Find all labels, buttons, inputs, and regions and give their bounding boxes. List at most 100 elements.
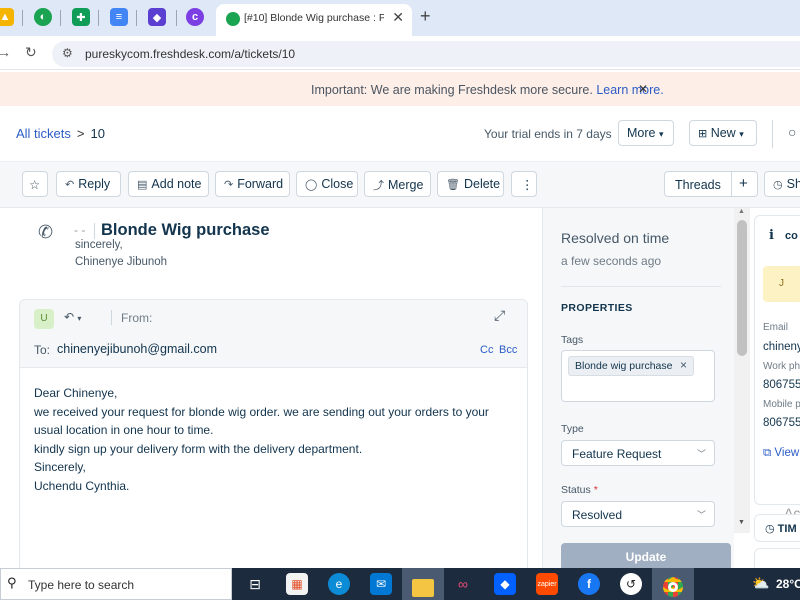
banner-text: Important: We are making Freshdesk more … bbox=[311, 83, 593, 97]
reply-header: U ↶ ▾ From: ⤢ To: chinenyejibunoh@gmail.… bbox=[20, 300, 527, 368]
threads-button[interactable]: Threads bbox=[675, 178, 721, 192]
header-divider bbox=[772, 120, 773, 148]
timer-panel[interactable]: ◷ TIM bbox=[754, 514, 800, 542]
taskbar-search[interactable]: ⚲ Type here to search bbox=[0, 568, 232, 600]
forward-button[interactable]: ↷ Forward bbox=[215, 171, 290, 197]
google-docs-tab-icon[interactable]: ≡ bbox=[110, 8, 128, 26]
delete-button[interactable]: 🗑 Delete bbox=[437, 171, 504, 197]
google-drive-tab-icon[interactable]: ▲ bbox=[0, 8, 14, 26]
forward-arrow-icon[interactable]: → bbox=[0, 44, 11, 60]
type-select[interactable]: Feature Request ﹀ bbox=[561, 440, 715, 466]
banner-close-icon[interactable]: ✕ bbox=[638, 82, 648, 96]
body-line: Dear Chinenye, bbox=[34, 386, 118, 400]
cc-link[interactable]: Cc bbox=[480, 344, 493, 356]
reply-button[interactable]: ↶ Reply bbox=[56, 171, 121, 197]
add-thread-icon[interactable]: + bbox=[739, 175, 748, 192]
chevron-down-icon: ▾ bbox=[658, 129, 664, 139]
reply-type-dropdown[interactable]: ↶ ▾ bbox=[64, 310, 81, 324]
add-note-button[interactable]: ▤ Add note bbox=[128, 171, 209, 197]
banner-message: Important: We are making Freshdesk more … bbox=[311, 83, 664, 97]
folder-icon bbox=[412, 578, 434, 597]
update-button[interactable]: Update bbox=[561, 543, 731, 571]
type-label: Type bbox=[561, 423, 584, 435]
google-sheets-tab-icon[interactable]: ✚ bbox=[72, 8, 90, 26]
chrome-logo-icon bbox=[663, 577, 683, 597]
windows-taskbar: ⚲ Type here to search ⊟ ▦ e ✉ ∞ ◆ zapier… bbox=[0, 568, 800, 600]
canva-tab-icon[interactable]: c bbox=[186, 8, 204, 26]
remove-tag-icon[interactable]: × bbox=[680, 358, 687, 372]
chrome-icon[interactable] bbox=[652, 568, 694, 600]
collapsed-panel[interactable] bbox=[754, 548, 800, 570]
star-button[interactable]: ☆ bbox=[22, 171, 48, 197]
microsoft-store-icon[interactable]: ▦ bbox=[286, 573, 308, 595]
app-icon[interactable]: ↺ bbox=[620, 573, 642, 595]
dropbox-icon[interactable]: ◆ bbox=[494, 573, 516, 595]
facebook-icon[interactable]: f bbox=[578, 573, 600, 595]
to-field[interactable]: chinenyejibunoh@gmail.com bbox=[57, 342, 217, 356]
tags-input[interactable]: Blonde wig purchase × bbox=[561, 350, 715, 402]
tab-title: [#10] Blonde Wig purchase : Pu bbox=[244, 12, 384, 24]
work-phone-label: Work ph bbox=[763, 361, 800, 372]
mail-icon[interactable]: ✉ bbox=[370, 573, 392, 595]
edge-icon[interactable]: e bbox=[328, 573, 350, 595]
close-tab-icon[interactable]: ✕ bbox=[392, 9, 404, 26]
trial-notice: Your trial ends in 7 days bbox=[484, 127, 612, 141]
tab-separator bbox=[176, 10, 177, 26]
freshdesk-favicon-icon bbox=[226, 12, 240, 26]
chevron-down-icon: ▾ bbox=[739, 129, 744, 139]
body-line: kindly sign up your delivery form with t… bbox=[34, 441, 363, 456]
scroll-up-arrow-icon[interactable]: ▲ bbox=[738, 208, 745, 215]
search-icon[interactable]: ○ bbox=[788, 124, 796, 140]
zapier-icon[interactable]: zapier bbox=[536, 573, 558, 595]
delete-label: Delete bbox=[463, 177, 501, 191]
freshdesk-tab-icon[interactable]: ◐ bbox=[34, 8, 52, 26]
ticket-header: All tickets >10 Your trial ends in 7 days… bbox=[0, 106, 800, 162]
merge-button[interactable]: ⤴ Merge bbox=[364, 171, 431, 197]
body-line: Uchendu Cynthia. bbox=[34, 478, 130, 493]
more-actions-button[interactable]: ⋮ bbox=[511, 171, 537, 197]
preview-line: Chinenye Jibunoh bbox=[75, 256, 168, 268]
task-view-icon[interactable]: ⊟ bbox=[244, 573, 266, 595]
preview-line: sincerely, bbox=[75, 239, 123, 251]
status-select[interactable]: Resolved ﹀ bbox=[561, 501, 715, 527]
scroll-down-arrow-icon[interactable]: ▼ bbox=[738, 519, 745, 526]
site-settings-icon[interactable]: ⚙ bbox=[62, 46, 73, 60]
view-more-link[interactable]: ⧉ View bbox=[763, 447, 799, 460]
more-button-label: More bbox=[627, 126, 656, 140]
new-button[interactable]: ⊞ New ▾ bbox=[689, 120, 757, 146]
active-browser-tab[interactable]: [#10] Blonde Wig purchase : Pu ✕ bbox=[216, 4, 412, 36]
chevron-down-icon: ﹀ bbox=[696, 510, 706, 520]
all-tickets-link[interactable]: All tickets bbox=[16, 126, 71, 141]
new-tab-icon[interactable]: + bbox=[420, 6, 431, 27]
contact-email[interactable]: chineny bbox=[763, 341, 800, 353]
chat-tab-icon[interactable]: ◆ bbox=[148, 8, 166, 26]
threads-group: Threads + bbox=[664, 171, 758, 197]
weather-icon[interactable]: ⛅ bbox=[752, 575, 769, 592]
mobile-phone-label: Mobile p bbox=[763, 399, 800, 410]
file-explorer-icon[interactable] bbox=[402, 568, 444, 600]
properties-scrollbar[interactable]: ▲ ▼ bbox=[734, 208, 750, 533]
expand-icon[interactable]: ⤢ bbox=[494, 307, 505, 324]
contact-details-panel: i co J Email chineny Work ph 806755 Mobi… bbox=[754, 215, 800, 505]
url-text[interactable]: pureskycom.freshdesk.com/a/tickets/10 bbox=[85, 47, 295, 61]
chevron-down-icon: ▾ bbox=[77, 314, 82, 323]
bcc-link[interactable]: Bcc bbox=[499, 344, 517, 356]
monday-icon[interactable]: ∞ bbox=[452, 573, 474, 595]
more-button[interactable]: More ▾ bbox=[618, 120, 674, 146]
reply-body[interactable]: Dear Chinenye, we received your request … bbox=[34, 384, 504, 496]
threads-divider bbox=[731, 172, 732, 196]
reload-icon[interactable]: ↻ bbox=[25, 44, 37, 61]
star-icon: ☆ bbox=[29, 178, 41, 192]
from-divider bbox=[111, 310, 112, 325]
show-label: Sho bbox=[786, 177, 800, 191]
learn-more-link[interactable]: Learn more. bbox=[596, 83, 663, 97]
kebab-icon: ⋮ bbox=[521, 178, 534, 192]
contact-work-phone: 806755 bbox=[763, 379, 800, 391]
tab-separator bbox=[60, 10, 61, 26]
scrollbar-thumb[interactable] bbox=[737, 220, 747, 356]
check-circle-icon: ◯ bbox=[305, 179, 318, 191]
timer-label: TIM bbox=[777, 523, 797, 535]
close-ticket-button[interactable]: ◯ Close bbox=[296, 171, 358, 197]
show-activities-button[interactable]: ◷Sho bbox=[764, 171, 800, 197]
url-field[interactable]: ⚙ pureskycom.freshdesk.com/a/tickets/10 bbox=[52, 41, 800, 67]
